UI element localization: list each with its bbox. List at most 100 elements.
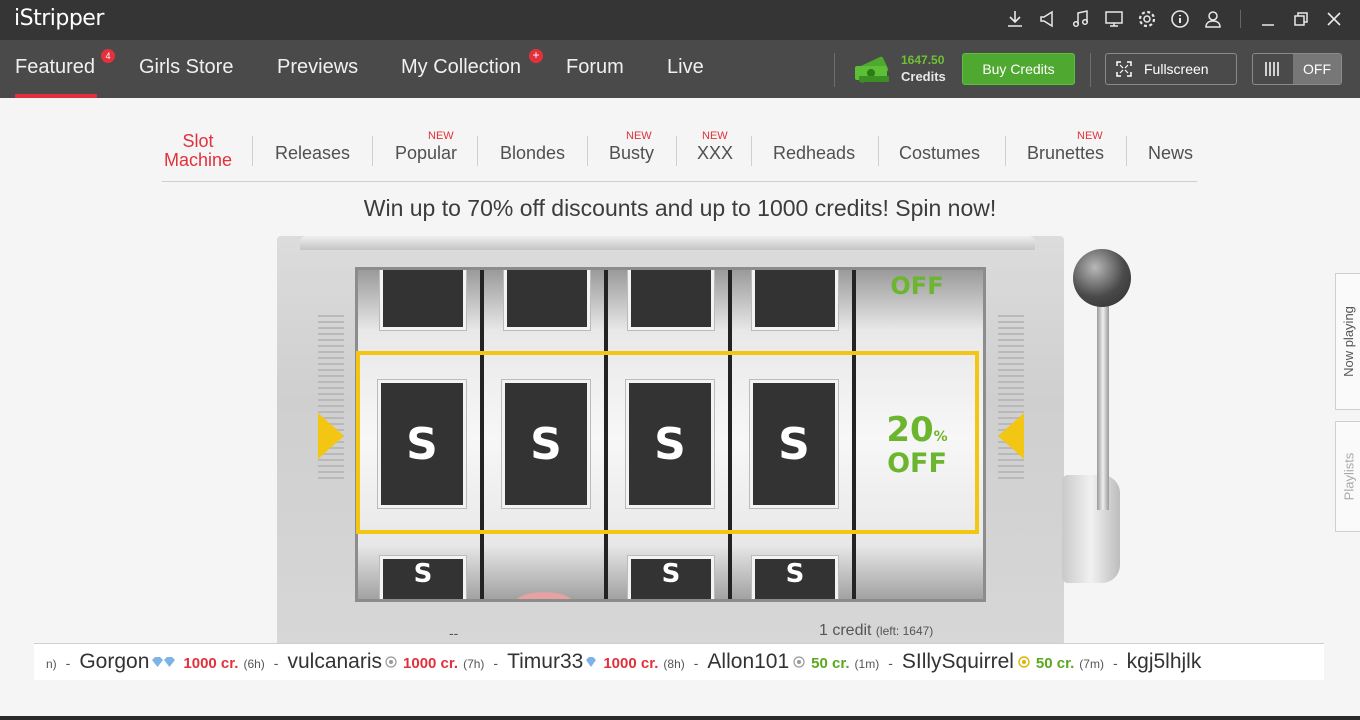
ticker-time: (7m) xyxy=(1079,657,1104,671)
restore-icon[interactable] xyxy=(1289,6,1313,32)
music-icon[interactable] xyxy=(1069,6,1093,32)
tab-divider xyxy=(676,136,677,166)
ticker-user: Gorgon xyxy=(79,650,150,673)
minimize-icon[interactable] xyxy=(1256,6,1280,32)
nav-live[interactable]: Live xyxy=(667,56,704,79)
settings-icon[interactable] xyxy=(1135,6,1159,32)
tab-busty[interactable]: Busty xyxy=(609,143,654,164)
tab-label: Slot xyxy=(182,131,214,151)
ticker-user: Timur33 xyxy=(507,650,584,673)
tab-slot-machine[interactable]: Slot Machine xyxy=(164,132,232,170)
monitor-icon[interactable] xyxy=(1102,6,1126,32)
tab-divider xyxy=(1005,136,1006,166)
diamond-icon xyxy=(152,657,176,667)
ticker-time: (8h) xyxy=(663,657,685,671)
slot-machine-top xyxy=(300,236,1035,250)
ticker-separator: - xyxy=(1112,655,1118,671)
ticker-strip: n) - Gorgon 1000 cr. (6h) - vulcanaris 1… xyxy=(46,650,1201,674)
announce-icon[interactable] xyxy=(1036,6,1060,32)
fullscreen-label: Fullscreen xyxy=(1144,61,1209,77)
reel-card: S xyxy=(627,555,715,599)
ticker-user: vulcanaris xyxy=(287,650,383,673)
reel-card xyxy=(751,270,839,331)
category-tabs: Slot Machine Releases NEW Popular Blonde… xyxy=(162,126,1197,182)
new-badge: NEW xyxy=(428,130,454,142)
main-nav: Featured 4 Girls Store Previews My Colle… xyxy=(0,40,1360,98)
credits-amount: 1647.50 xyxy=(901,53,945,67)
tab-redheads[interactable]: Redheads xyxy=(773,143,855,164)
info-icon[interactable] xyxy=(1168,6,1192,32)
desktop-mode-toggle[interactable]: OFF xyxy=(1252,53,1342,85)
tab-divider xyxy=(878,136,879,166)
ticker-user: SIllySquirrel xyxy=(901,650,1014,673)
winners-ticker: n) - Gorgon 1000 cr. (6h) - vulcanaris 1… xyxy=(34,643,1324,680)
ticker-separator: - xyxy=(693,655,699,671)
tab-divider xyxy=(1126,136,1127,166)
buy-credits-button[interactable]: Buy Credits xyxy=(962,53,1075,85)
user-icon[interactable] xyxy=(1201,6,1225,32)
ticker-time: (7h) xyxy=(463,657,485,671)
tab-blondes[interactable]: Blondes xyxy=(500,143,565,164)
nav-my-collection[interactable]: My Collection xyxy=(401,56,521,79)
reel-card: S xyxy=(751,555,839,599)
new-badge: NEW xyxy=(702,130,728,142)
tab-news[interactable]: News xyxy=(1148,143,1193,164)
spin-cost-value: 1 credit xyxy=(819,622,872,639)
ticker-user: Allon101 xyxy=(707,650,790,673)
title-bar: iStripper xyxy=(0,0,1360,40)
tab-xxx[interactable]: XXX xyxy=(697,143,733,164)
tab-divider xyxy=(372,136,373,166)
title-bar-divider xyxy=(1240,10,1241,28)
nav-featured[interactable]: Featured xyxy=(15,56,95,79)
reel-off-text: OFF xyxy=(890,272,944,300)
right-arrow-icon xyxy=(998,413,1024,459)
playlists-label: Playlists xyxy=(1341,452,1356,501)
new-badge: NEW xyxy=(626,130,652,142)
coin-icon xyxy=(385,656,397,668)
app-logo: iStripper xyxy=(14,6,104,31)
ticker-prefix: n) xyxy=(46,657,57,671)
spin-result: -- xyxy=(449,625,459,641)
ticker-amount: 1000 cr. xyxy=(603,655,659,672)
new-badge: NEW xyxy=(1077,130,1103,142)
featured-badge: 4 xyxy=(101,49,115,63)
nav-girls-store[interactable]: Girls Store xyxy=(139,56,233,79)
now-playing-label: Now playing xyxy=(1341,306,1357,377)
gold-coin-icon xyxy=(1018,656,1030,668)
ticker-separator: - xyxy=(888,655,893,671)
now-playing-tab[interactable]: Now playing xyxy=(1335,273,1360,410)
spin-cost: 1 credit (left: 1647) xyxy=(819,622,933,640)
nav-divider xyxy=(834,53,835,87)
fullscreen-icon xyxy=(1116,61,1132,77)
tab-brunettes[interactable]: Brunettes xyxy=(1027,143,1104,164)
tab-costumes[interactable]: Costumes xyxy=(899,143,980,164)
ticker-time: (6h) xyxy=(243,657,265,671)
reel-card xyxy=(503,270,591,331)
toggle-state: OFF xyxy=(1293,54,1341,84)
ticker-amount: 50 cr. xyxy=(811,655,850,672)
ticker-separator: - xyxy=(273,655,279,671)
lips-symbol xyxy=(514,592,574,599)
playlists-tab[interactable]: Playlists xyxy=(1335,421,1360,532)
nav-forum[interactable]: Forum xyxy=(566,56,624,79)
tab-label: Machine xyxy=(164,150,233,170)
bottom-border xyxy=(0,716,1360,720)
coin-icon xyxy=(793,656,805,668)
ticker-amount: 1000 cr. xyxy=(403,655,459,672)
close-icon[interactable] xyxy=(1322,6,1346,32)
tab-releases[interactable]: Releases xyxy=(275,143,350,164)
reel-card: S xyxy=(379,555,467,599)
lever-knob[interactable] xyxy=(1073,249,1131,307)
download-icon[interactable] xyxy=(1003,6,1027,32)
nav-divider xyxy=(1090,53,1091,87)
toggle-bars-icon xyxy=(1253,54,1293,84)
tab-popular[interactable]: Popular xyxy=(395,143,457,164)
collection-badge: + xyxy=(529,49,543,63)
ticker-amount: 1000 cr. xyxy=(183,655,239,672)
nav-previews[interactable]: Previews xyxy=(277,56,358,79)
diamond-icon xyxy=(586,657,597,667)
credits-left: (left: 1647) xyxy=(875,624,934,638)
promo-headline: Win up to 70% off discounts and up to 10… xyxy=(363,195,997,221)
fullscreen-button[interactable]: Fullscreen xyxy=(1105,53,1237,85)
lever-rod[interactable] xyxy=(1097,290,1109,510)
